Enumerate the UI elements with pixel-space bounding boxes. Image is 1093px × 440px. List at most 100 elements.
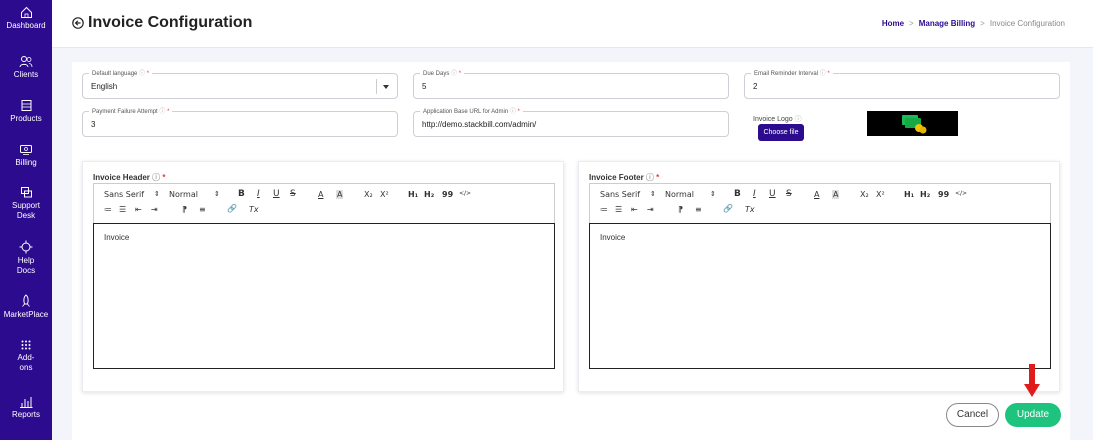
italic-button[interactable]: I (753, 189, 756, 199)
help-icon: ⓘ (451, 71, 458, 77)
subscript-button[interactable]: X₂ (860, 190, 869, 199)
home-icon (20, 6, 32, 18)
updown-icon: ⇕ (710, 190, 716, 198)
app-base-url-field[interactable]: Application Base URL for Admin ⓘ * http:… (413, 106, 729, 137)
editor-toolbar: Sans Serif ⇕ Normal ⇕ B I U S A A X₂ X² … (93, 183, 555, 223)
required-mark: * (167, 109, 170, 115)
blockquote-button[interactable]: 99 (938, 190, 949, 199)
text-color-button[interactable]: A (814, 190, 819, 199)
sidebar-item-label: Products (10, 114, 42, 123)
h1-button[interactable]: H₁ (904, 190, 914, 199)
help-icon: ⓘ (139, 71, 146, 77)
server-icon (21, 100, 31, 111)
size-select[interactable]: Normal (169, 190, 198, 199)
help-icon (19, 240, 33, 254)
due-days-field[interactable]: Due Days ⓘ * 5 (413, 68, 729, 99)
link-button[interactable]: 🔗 (227, 204, 237, 213)
bold-button[interactable]: B (238, 189, 245, 199)
sidebar-item-products[interactable]: Products (0, 99, 52, 124)
sidebar-item-marketplace[interactable]: MarketPlace (0, 294, 52, 320)
ordered-list-button[interactable]: ≔ (104, 205, 112, 214)
code-button[interactable]: </> (955, 190, 967, 197)
required-mark: * (656, 173, 660, 182)
align-button[interactable]: ≡ (199, 205, 206, 214)
clean-format-button[interactable]: Tx (249, 205, 259, 214)
main-content: Default language ⓘ * English Due Days ⓘ … (72, 62, 1070, 440)
sidebar-item-billing[interactable]: Billing (0, 143, 52, 168)
update-button[interactable]: Update (1005, 403, 1061, 427)
subscript-button[interactable]: X₂ (364, 190, 373, 199)
sidebar-item-clients[interactable]: Clients (0, 55, 52, 80)
default-language-select[interactable]: Default language ⓘ * English (82, 68, 398, 99)
underline-button[interactable]: U (273, 189, 280, 199)
breadcrumb-manage-billing[interactable]: Manage Billing (919, 19, 975, 28)
text-color-button[interactable]: A (318, 190, 323, 199)
h1-button[interactable]: H₁ (408, 190, 418, 199)
payment-failure-attempt-value: 3 (91, 120, 96, 129)
italic-button[interactable]: I (257, 189, 260, 199)
align-button[interactable]: ≡ (695, 205, 702, 214)
billing-icon (20, 145, 32, 155)
indent-button[interactable]: ⇥ (647, 205, 654, 214)
invoice-footer-textarea[interactable]: Invoice (589, 223, 1051, 369)
select-divider (376, 79, 377, 94)
sidebar-item-label: Dashboard (6, 21, 46, 30)
bullet-list-button[interactable]: ☰ (119, 205, 126, 214)
strike-button[interactable]: S (786, 189, 792, 199)
sidebar-item-dashboard[interactable]: Dashboard (0, 6, 52, 31)
underline-button[interactable]: U (769, 189, 776, 199)
size-select[interactable]: Normal (665, 190, 694, 199)
sidebar-item-add-ons[interactable]: Add- ons (0, 339, 52, 373)
sidebar-item-support-desk[interactable]: Support Desk (0, 186, 52, 221)
invoice-footer-editor: Invoice Footer ⓘ * Sans Serif ⇕ Normal ⇕… (578, 161, 1060, 392)
text-direction-button[interactable]: ⁋ (678, 205, 683, 214)
indent-button[interactable]: ⇥ (151, 205, 158, 214)
link-button[interactable]: 🔗 (723, 204, 733, 213)
help-icon: ⓘ (819, 71, 826, 77)
font-select[interactable]: Sans Serif (600, 190, 640, 199)
grid-icon (21, 340, 31, 350)
clean-format-button[interactable]: Tx (745, 205, 755, 214)
background-color-button[interactable]: A (832, 190, 840, 199)
blockquote-button[interactable]: 99 (442, 190, 453, 199)
invoice-header-textarea[interactable]: Invoice (93, 223, 555, 369)
outdent-button[interactable]: ⇤ (135, 205, 142, 214)
payment-failure-attempt-field[interactable]: Payment Failure Attempt ⓘ * 3 (82, 106, 398, 137)
superscript-button[interactable]: X² (876, 190, 885, 199)
code-button[interactable]: </> (459, 190, 471, 197)
breadcrumb-separator: > (909, 19, 914, 28)
invoice-logo-label: Invoice Logo ⓘ (753, 116, 802, 123)
editor-content: Invoice (600, 233, 626, 242)
back-arrow-icon[interactable] (72, 17, 84, 29)
email-reminder-interval-field[interactable]: Email Reminder Interval ⓘ * 2 (744, 68, 1060, 99)
support-icon (20, 187, 32, 198)
h2-button[interactable]: H₂ (424, 190, 434, 199)
outdent-button[interactable]: ⇤ (631, 205, 638, 214)
bold-button[interactable]: B (734, 189, 741, 199)
default-language-value: English (91, 82, 118, 91)
font-select[interactable]: Sans Serif (104, 190, 144, 199)
text-direction-button[interactable]: ⁋ (182, 205, 187, 214)
page-title: Invoice Configuration (88, 14, 253, 31)
ordered-list-button[interactable]: ≔ (600, 205, 608, 214)
sidebar: Dashboard Clients Products Billing Suppo… (0, 0, 52, 440)
strike-button[interactable]: S (290, 189, 296, 199)
h2-button[interactable]: H₂ (920, 190, 930, 199)
rocket-icon (22, 294, 30, 307)
bullet-list-button[interactable]: ☰ (615, 205, 622, 214)
required-mark: * (458, 71, 462, 77)
breadcrumb-home[interactable]: Home (882, 19, 904, 28)
sidebar-item-reports[interactable]: Reports (0, 396, 52, 420)
sidebar-item-label: Clients (13, 70, 39, 79)
bar-chart-icon (20, 397, 33, 408)
help-icon: ⓘ (159, 109, 166, 115)
help-icon: ⓘ (794, 116, 802, 123)
cancel-button[interactable]: Cancel (946, 403, 999, 427)
sidebar-item-label: MarketPlace (3, 310, 49, 319)
sidebar-item-help-docs[interactable]: Help Docs (0, 240, 52, 276)
updown-icon: ⇕ (650, 190, 656, 198)
choose-file-button[interactable]: Choose file (758, 124, 804, 141)
background-color-button[interactable]: A (336, 190, 344, 199)
superscript-button[interactable]: X² (380, 190, 389, 199)
editor-content: Invoice (104, 233, 130, 242)
